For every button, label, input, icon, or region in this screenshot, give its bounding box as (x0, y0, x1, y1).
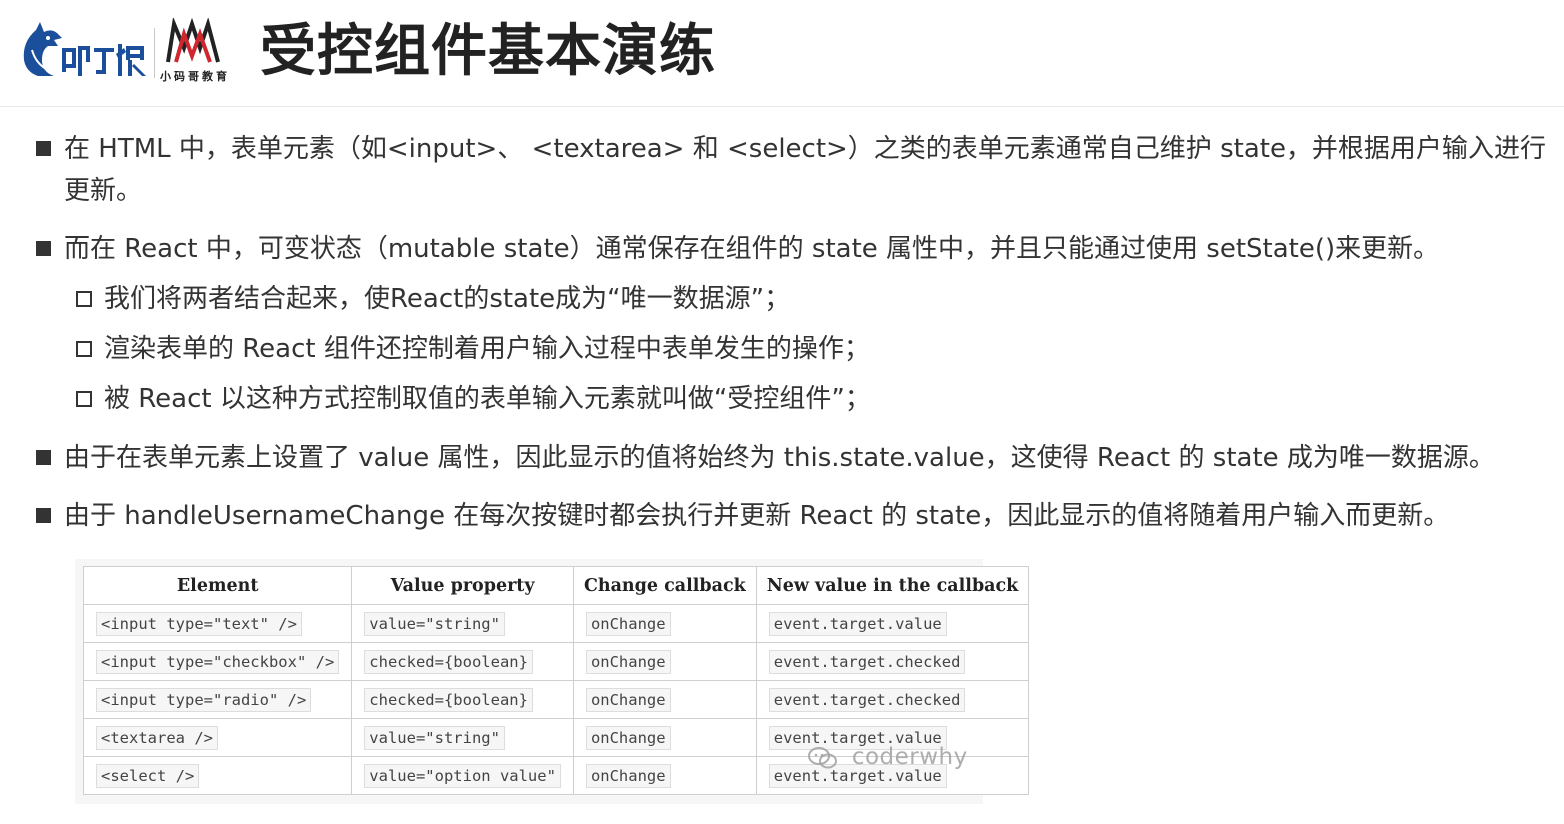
code-snippet: <textarea /> (96, 725, 218, 750)
cell-element: <input type="checkbox" /> (82, 642, 353, 681)
cell-value-property: value="string" (351, 604, 574, 643)
bullet-handle-change: 由于 handleUsernameChange 在每次按键时都会执行并更新 Re… (36, 495, 1450, 537)
code-snippet: onChange (585, 687, 671, 712)
code-snippet: onChange (585, 725, 671, 750)
brand-logos: 小码哥教育 (14, 14, 244, 84)
bullet-text: 由于 handleUsernameChange 在每次按键时都会执行并更新 Re… (64, 501, 1450, 531)
table-header-row: Element Value property Change callback N… (82, 566, 1030, 605)
code-snippet: onChange (585, 649, 671, 674)
header-element: Element (82, 566, 353, 605)
page-title: 受控组件基本演练 (260, 19, 716, 84)
bullet-value-attribute: 由于在表单元素上设置了 value 属性，因此显示的值将始终为 this.sta… (36, 437, 1495, 479)
bullet-text: 由于在表单元素上设置了 value 属性，因此显示的值将始终为 this.sta… (64, 443, 1495, 473)
wolf-logo-icon (23, 22, 146, 76)
code-snippet: <select /> (96, 763, 200, 788)
cell-change-callback: onChange (572, 718, 757, 757)
square-bullet-icon (36, 141, 51, 156)
sub-bullet-text: 渲染表单的 React 组件还控制着用户输入过程中表单发生的操作； (104, 334, 870, 364)
code-snippet: event.target.checked (768, 649, 966, 674)
cell-change-callback: onChange (572, 642, 757, 681)
logo-divider (154, 28, 155, 78)
code-snippet: onChange (585, 763, 671, 788)
sub-bullet-text: 我们将两者结合起来，使React的state成为“唯一数据源”； (104, 284, 791, 314)
table-row: <input type="checkbox" /> checked={boole… (82, 642, 1030, 681)
bullet-html-form-state: 在 HTML 中，表单元素（如<input>、 <textarea> 和 <se… (36, 128, 1554, 212)
slide-header: 小码哥教育 受控组件基本演练 (0, 0, 1564, 107)
cell-value-property: value="option value" (351, 756, 574, 795)
hollow-square-bullet-icon (76, 391, 92, 407)
bullet-text: 而在 React 中，可变状态（mutable state）通常保存在组件的 s… (64, 234, 1440, 264)
header-value-property: Value property (351, 566, 574, 605)
square-bullet-icon (36, 450, 51, 465)
table-row: <input type="text" /> value="string" onC… (82, 604, 1030, 643)
sub-bullet-controlled-component: 被 React 以这种方式控制取值的表单输入元素就叫做“受控组件”； (76, 378, 871, 420)
cell-element: <select /> (82, 756, 353, 795)
cell-change-callback: onChange (572, 756, 757, 795)
code-snippet: event.target.checked (768, 687, 966, 712)
cell-change-callback: onChange (572, 604, 757, 643)
watermark: coderwhy (808, 744, 968, 770)
table-row: <input type="radio" /> checked={boolean}… (82, 680, 1030, 719)
cell-value-property: checked={boolean} (351, 642, 574, 681)
code-snippet: event.target.value (768, 611, 947, 636)
code-snippet: value="string" (364, 611, 505, 636)
code-snippet: checked={boolean} (364, 687, 533, 712)
cell-new-value: event.target.checked (755, 642, 1030, 681)
code-snippet: onChange (585, 611, 671, 636)
code-snippet: value="string" (364, 725, 505, 750)
cell-change-callback: onChange (572, 680, 757, 719)
code-snippet: value="option value" (364, 763, 561, 788)
header-new-value: New value in the callback (755, 566, 1030, 605)
cell-element: <textarea /> (82, 718, 353, 757)
code-snippet: checked={boolean} (364, 649, 533, 674)
wechat-icon (808, 746, 837, 768)
code-snippet: <input type="text" /> (96, 611, 302, 636)
hollow-square-bullet-icon (76, 341, 92, 357)
xiaomage-logo-icon: 小码哥教育 (160, 18, 230, 83)
cell-new-value: event.target.value (755, 604, 1030, 643)
cell-new-value: event.target.checked (755, 680, 1030, 719)
sub-bullet-text: 被 React 以这种方式控制取值的表单输入元素就叫做“受控组件”； (104, 384, 871, 414)
watermark-text: coderwhy (851, 744, 968, 770)
square-bullet-icon (36, 241, 51, 256)
code-snippet: <input type="checkbox" /> (96, 649, 340, 674)
bullet-text: 在 HTML 中，表单元素（如<input>、 <textarea> 和 <se… (64, 134, 1546, 206)
bullet-react-mutable-state: 而在 React 中，可变状态（mutable state）通常保存在组件的 s… (36, 228, 1440, 270)
cell-value-property: checked={boolean} (351, 680, 574, 719)
cell-element: <input type="text" /> (82, 604, 353, 643)
hollow-square-bullet-icon (76, 291, 92, 307)
sub-bullet-single-source: 我们将两者结合起来，使React的state成为“唯一数据源”； (76, 278, 791, 320)
header-change-callback: Change callback (572, 566, 757, 605)
square-bullet-icon (36, 508, 51, 523)
code-snippet: <input type="radio" /> (96, 687, 312, 712)
cell-value-property: value="string" (351, 718, 574, 757)
sub-bullet-component-controls: 渲染表单的 React 组件还控制着用户输入过程中表单发生的操作； (76, 328, 870, 370)
cell-element: <input type="radio" /> (82, 680, 353, 719)
brand-subtitle: 小码哥教育 (160, 69, 230, 83)
